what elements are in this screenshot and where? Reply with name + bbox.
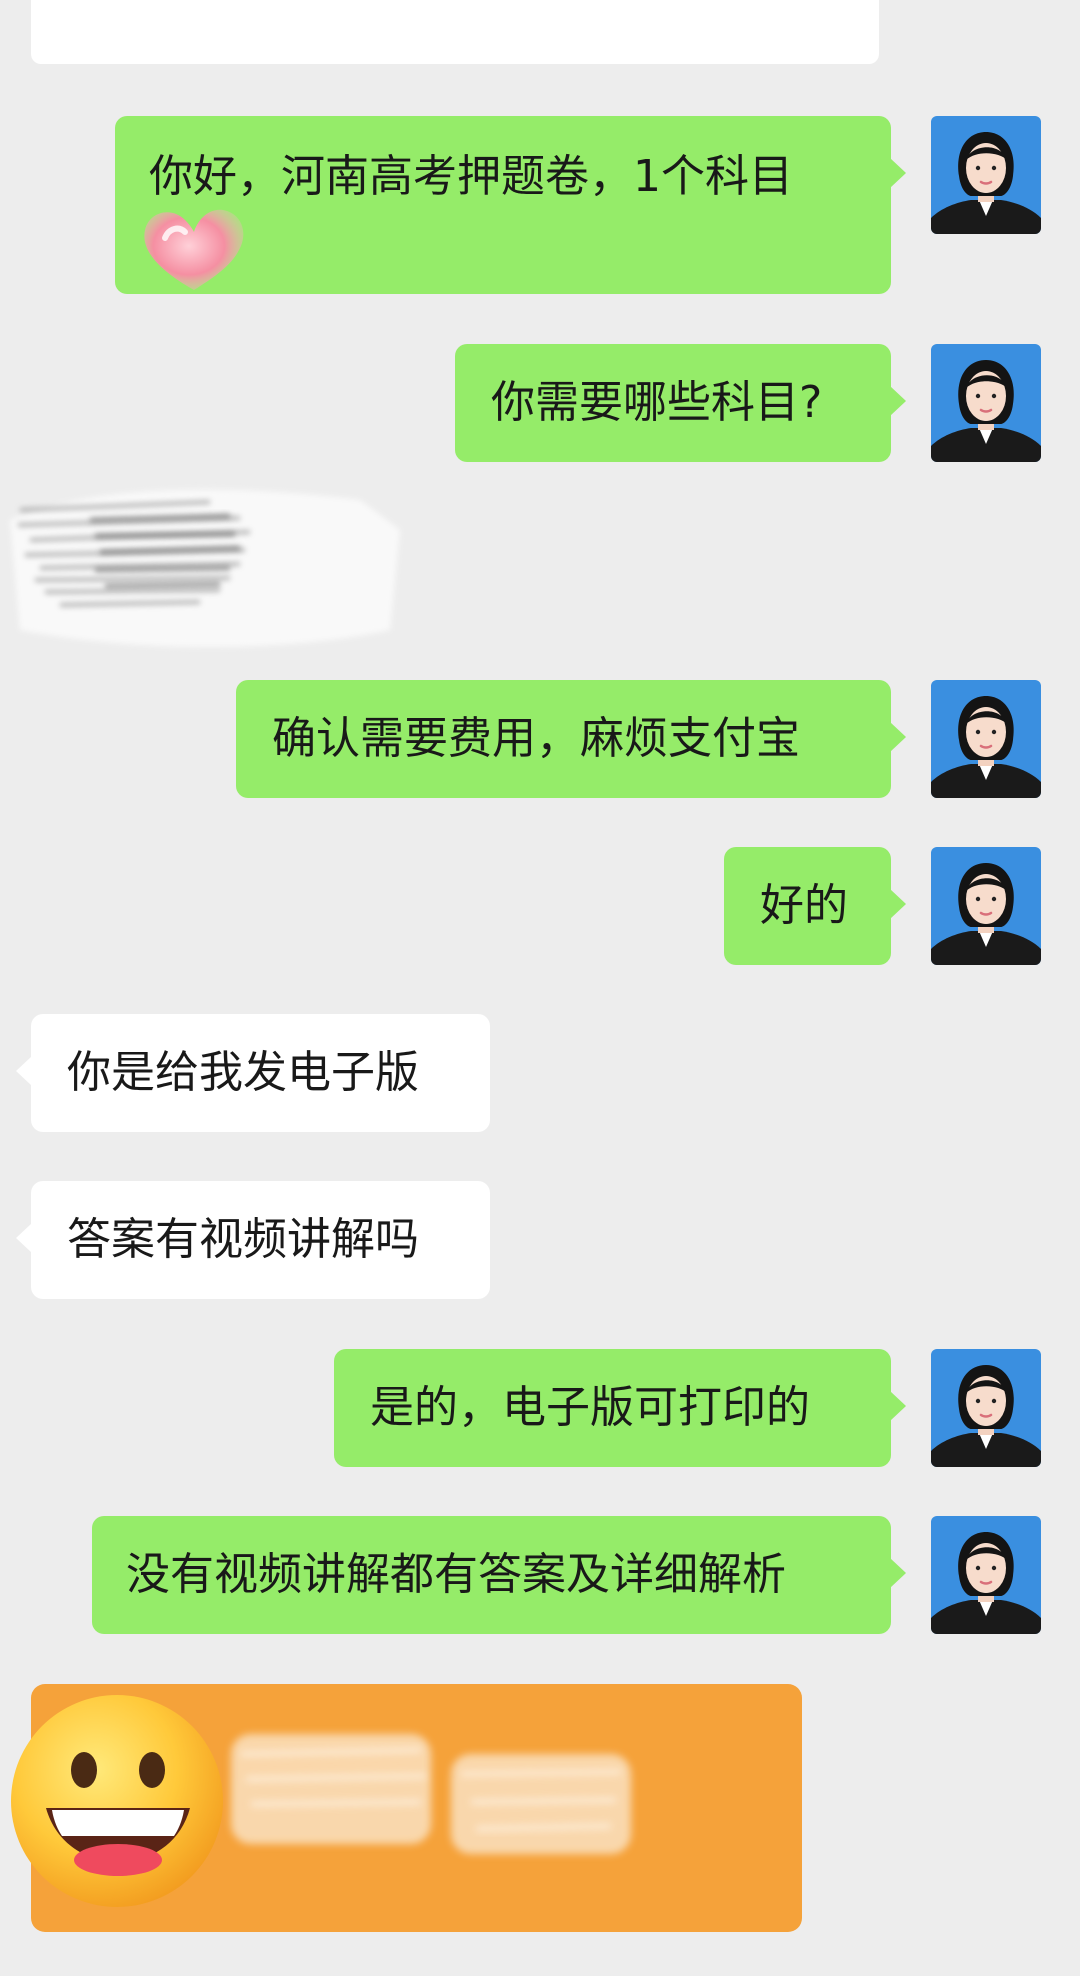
grinning-face-emoji-icon — [11, 1695, 223, 1907]
outgoing-message-bubble[interactable]: 好的 — [724, 847, 906, 965]
woman-portrait-avatar-icon — [931, 847, 1041, 965]
message-text: 你是给我发电子版 — [67, 1047, 419, 1098]
message-text: 你需要哪些科目? — [491, 377, 823, 428]
woman-portrait-avatar-icon — [931, 680, 1041, 798]
woman-portrait-avatar-icon — [931, 1516, 1041, 1634]
message-text: 是的，电子版可打印的 — [370, 1382, 810, 1433]
woman-portrait-avatar-icon — [931, 344, 1041, 462]
incoming-message-bubble[interactable]: 你是给我发电子版 — [16, 1014, 490, 1132]
chat-window: 你好，河南高考押题卷，1个科目 你需要哪些科目? 确认需要费用，麻烦支付宝 好的… — [0, 0, 1080, 1976]
message-text: 没有视频讲解都有答案及详细解析 — [126, 1549, 786, 1600]
message-text: 答案有视频讲解吗 — [67, 1214, 419, 1265]
incoming-message-bubble[interactable]: 答案有视频讲解吗 — [16, 1181, 490, 1299]
avatar[interactable] — [931, 847, 1041, 965]
heart-sticker-icon — [144, 209, 244, 290]
avatar[interactable] — [931, 344, 1041, 462]
previous-message-bubble[interactable] — [31, 0, 879, 64]
avatar[interactable] — [931, 1516, 1041, 1634]
outgoing-message-bubble[interactable]: 你需要哪些科目? — [455, 344, 906, 462]
avatar[interactable] — [931, 116, 1041, 234]
outgoing-message-bubble[interactable]: 没有视频讲解都有答案及详细解析 — [92, 1516, 906, 1634]
avatar[interactable] — [931, 680, 1041, 798]
message-text: 好的 — [760, 880, 848, 931]
woman-portrait-avatar-icon — [931, 116, 1041, 234]
message-text: 确认需要费用，麻烦支付宝 — [272, 713, 800, 764]
outgoing-message-bubble[interactable]: 是的，电子版可打印的 — [334, 1349, 906, 1467]
outgoing-message-bubble[interactable]: 确认需要费用，麻烦支付宝 — [236, 680, 906, 798]
avatar[interactable] — [931, 1349, 1041, 1467]
woman-portrait-avatar-icon — [931, 1349, 1041, 1467]
scribble-redaction-icon — [10, 489, 400, 647]
